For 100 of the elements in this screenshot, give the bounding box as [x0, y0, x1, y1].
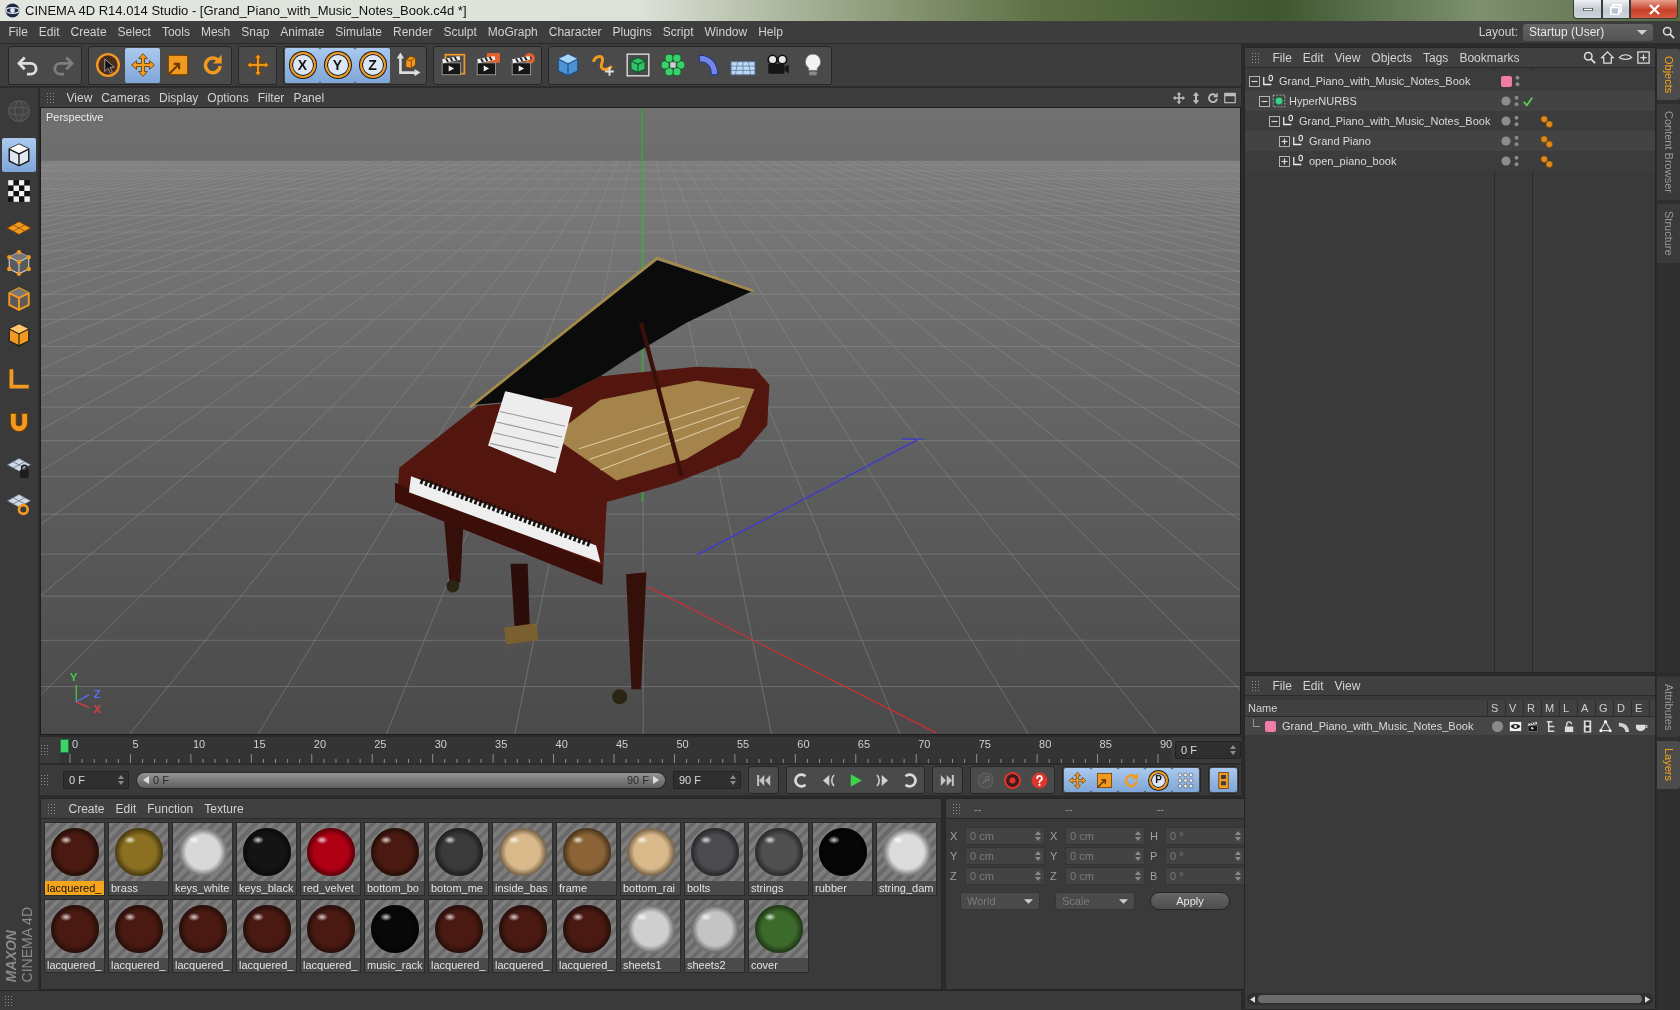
object-row[interactable]: HyperNURBS: [1245, 91, 1655, 111]
layer-row[interactable]: Grand_Piano_with_Music_Notes_Book: [1245, 717, 1655, 735]
end-frame-field[interactable]: 90 F: [673, 771, 741, 789]
check-icon[interactable]: [1522, 95, 1534, 107]
menu-item[interactable]: Character: [543, 22, 607, 42]
menu-item[interactable]: Cameras: [96, 90, 155, 105]
restore-button[interactable]: [1602, 0, 1630, 19]
material-tile[interactable]: red_velvet: [300, 822, 361, 896]
material-tile[interactable]: inside_bas: [492, 822, 553, 896]
visibility-dots-icon[interactable]: [1514, 95, 1519, 107]
model-mode-button[interactable]: [2, 138, 36, 172]
layer-dot-icon[interactable]: [1501, 116, 1511, 126]
material-tile[interactable]: brass: [108, 822, 169, 896]
side-tab[interactable]: Objects: [1657, 49, 1680, 101]
axis-lock-button[interactable]: X: [285, 47, 320, 83]
material-tag-icon[interactable]: [1540, 154, 1553, 168]
material-tile[interactable]: lacquered_: [300, 899, 361, 973]
menu-item[interactable]: Edit: [33, 22, 66, 42]
material-tile[interactable]: keys_black: [236, 822, 297, 896]
menu-item[interactable]: Create: [65, 22, 113, 42]
plus-square-icon[interactable]: [1636, 50, 1651, 65]
material-tag-icon[interactable]: [1540, 134, 1553, 148]
material-tile[interactable]: lacquered_: [236, 899, 297, 973]
expand-toggle[interactable]: [1269, 115, 1280, 127]
side-tab[interactable]: Structure: [1657, 204, 1680, 263]
menu-item[interactable]: Help: [752, 22, 789, 42]
expand-toggle[interactable]: [1249, 75, 1260, 87]
menu-item[interactable]: Function: [141, 798, 199, 819]
menu-item[interactable]: Sculpt: [437, 22, 483, 42]
menu-item[interactable]: File: [3, 22, 34, 42]
layer-dot-icon[interactable]: [1501, 96, 1511, 106]
material-tile[interactable]: sheets1: [620, 899, 681, 973]
menu-item[interactable]: Edit: [1297, 675, 1330, 696]
menu-item[interactable]: Texture: [198, 798, 250, 819]
node-triangle-icon[interactable]: [1598, 719, 1612, 733]
menu-item[interactable]: Edit: [110, 798, 142, 819]
menu-item[interactable]: Select: [112, 22, 157, 42]
current-frame-field[interactable]: 0 F: [1175, 741, 1241, 759]
scroll-thumb[interactable]: [1258, 995, 1642, 1003]
axis-lock-button[interactable]: Y: [320, 47, 355, 83]
menu-item[interactable]: Filter: [253, 90, 289, 105]
material-tile[interactable]: keys_white: [172, 822, 233, 896]
menu-item[interactable]: Simulate: [329, 22, 388, 42]
material-tile[interactable]: lacquered_: [44, 822, 105, 896]
menu-item[interactable]: Script: [657, 22, 699, 42]
menu-item[interactable]: Display: [154, 90, 203, 105]
visibility-dots-icon[interactable]: [1514, 135, 1519, 147]
material-tile[interactable]: frame: [556, 822, 617, 896]
layout-dropdown[interactable]: Startup (User): [1523, 23, 1653, 41]
left-arrow-icon[interactable]: [1250, 995, 1255, 1003]
menu-item[interactable]: Window: [699, 22, 753, 42]
menu-item[interactable]: Objects: [1365, 47, 1418, 68]
material-tile[interactable]: music_rack: [364, 899, 425, 973]
menu-item[interactable]: Tags: [1417, 47, 1454, 68]
menu-item[interactable]: Edit: [1297, 47, 1330, 68]
menu-item[interactable]: View: [1329, 675, 1366, 696]
expand-toggle[interactable]: [1279, 135, 1290, 147]
timeline-ruler[interactable]: 0 5 10 15 20 25 30 35 40 45 50 55 60 65 70 75 80 85 90: [60, 737, 1171, 763]
material-tile[interactable]: bolts: [684, 822, 745, 896]
menu-item[interactable]: File: [1267, 47, 1298, 68]
menu-item[interactable]: View: [1329, 47, 1366, 68]
material-tile[interactable]: lacquered_: [172, 899, 233, 973]
search-icon[interactable]: [1582, 50, 1597, 65]
material-tile[interactable]: cover: [748, 899, 809, 973]
house-icon[interactable]: [1600, 50, 1615, 65]
material-tile[interactable]: strings: [748, 822, 809, 896]
eye-icon[interactable]: [1508, 719, 1522, 733]
menu-item[interactable]: Mesh: [195, 22, 236, 42]
menu-item[interactable]: Options: [202, 90, 254, 105]
menu-item[interactable]: Create: [63, 798, 111, 819]
material-tag-icon[interactable]: [1540, 114, 1553, 128]
material-tile[interactable]: bottom_rai: [620, 822, 681, 896]
padlock-icon[interactable]: [1562, 719, 1576, 733]
point-level-key-button[interactable]: [1172, 768, 1199, 792]
material-tile[interactable]: string_dam: [876, 822, 937, 896]
menu-item[interactable]: MoGraph: [482, 22, 544, 42]
move-button[interactable]: [125, 47, 160, 83]
solo-dot-icon[interactable]: [1490, 719, 1504, 733]
layer-color-swatch[interactable]: [1265, 720, 1276, 732]
layer-dot-icon[interactable]: [1501, 136, 1511, 146]
axis-lock-button[interactable]: Z: [355, 47, 390, 83]
parameter-key-button[interactable]: P: [1145, 768, 1172, 792]
clapperboard-icon[interactable]: [1526, 719, 1540, 733]
layer-dot-icon[interactable]: [1501, 156, 1511, 166]
orbit-icon[interactable]: [1206, 90, 1220, 105]
material-tile[interactable]: bottom_bo: [364, 822, 425, 896]
menu-item[interactable]: Tools: [156, 22, 196, 42]
material-tile[interactable]: lacquered_: [428, 899, 489, 973]
material-tile[interactable]: lacquered_: [108, 899, 169, 973]
maximize-icon[interactable]: [1223, 90, 1237, 105]
pan-icon[interactable]: [1172, 90, 1186, 105]
playhead[interactable]: [60, 739, 69, 753]
minimize-button[interactable]: [1573, 0, 1602, 19]
material-tile[interactable]: lacquered_: [44, 899, 105, 973]
side-tab[interactable]: Attributes: [1657, 677, 1680, 738]
visibility-dots-icon[interactable]: [1515, 75, 1520, 87]
expand-toggle[interactable]: [1259, 95, 1270, 107]
menu-item[interactable]: Panel: [288, 90, 329, 105]
close-button[interactable]: [1630, 0, 1678, 19]
visibility-dots-icon[interactable]: [1514, 115, 1519, 127]
